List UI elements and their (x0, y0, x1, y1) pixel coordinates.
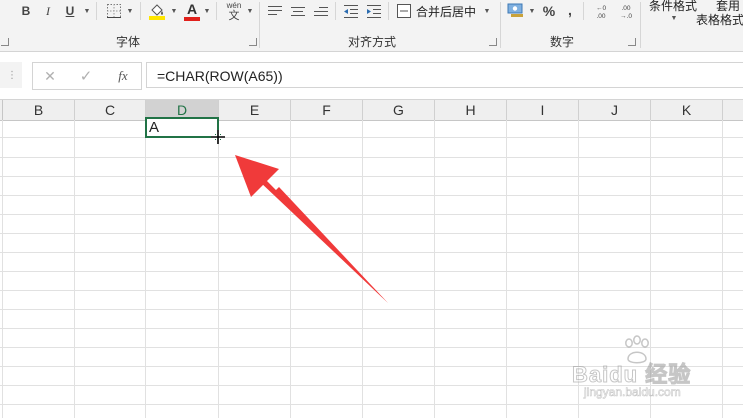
italic-button[interactable]: I (40, 3, 56, 19)
divider (259, 2, 260, 48)
column-header-f[interactable]: F (291, 100, 363, 120)
phonetic-bottom: 文 (228, 10, 240, 22)
enter-icon[interactable]: ✓ (77, 67, 95, 85)
merge-center-icon[interactable] (396, 2, 412, 20)
column-header-b[interactable]: B (3, 100, 75, 120)
column-header-g[interactable]: G (363, 100, 435, 120)
fill-cursor-icon (211, 130, 225, 144)
column-header-c[interactable]: C (75, 100, 146, 120)
grid-row-line (0, 137, 743, 138)
column-header-h[interactable]: H (435, 100, 507, 120)
fill-dropdown-icon[interactable]: ▼ (170, 4, 178, 18)
formula-buttons: ✕ ✓ fx (32, 62, 142, 90)
clipboard-dialog-launcher-icon[interactable] (1, 38, 9, 46)
formula-bar: ⋮ ✕ ✓ fx =CHAR(ROW(A65)) (0, 58, 743, 92)
fill-color-icon[interactable] (146, 1, 168, 21)
ribbon: B I U ▼ ▼ ▼ A ▼ wén 文 ▼ 字体 合并后居中 ▼ 对齐方式 (0, 0, 743, 52)
increase-indent-icon[interactable] (365, 2, 383, 20)
font-color-swatch (184, 16, 200, 21)
svg-text:←0: ←0 (596, 5, 607, 12)
phonetic-dropdown-icon[interactable]: ▼ (246, 4, 254, 18)
decrease-indent-icon[interactable] (342, 2, 360, 20)
grid-col-line (506, 120, 507, 418)
increase-decimal-icon[interactable]: ←0.00 (591, 1, 611, 21)
grid-col-line (434, 120, 435, 418)
formula-bar-grip-icon[interactable]: ⋮ (7, 68, 17, 82)
divider (140, 2, 141, 20)
column-header-i[interactable]: I (507, 100, 579, 120)
annotation-arrow-icon (235, 155, 388, 303)
conditional-formatting-button[interactable]: 条件格式 (645, 0, 701, 13)
divider (335, 2, 336, 20)
divider (640, 2, 641, 48)
conditional-dropdown-icon[interactable]: ▼ (670, 13, 678, 23)
borders-icon[interactable] (104, 2, 124, 20)
format-as-table-button[interactable]: 表格格式 (696, 11, 743, 27)
divider (583, 2, 584, 20)
active-cell-d[interactable]: A (145, 117, 219, 138)
grid-row-line (0, 328, 743, 329)
align-dialog-launcher-icon[interactable] (489, 38, 497, 46)
accounting-format-icon[interactable] (506, 0, 526, 20)
font-color-dropdown-icon[interactable]: ▼ (203, 4, 211, 18)
grid-col-line (218, 120, 219, 418)
column-header-j[interactable]: J (579, 100, 651, 120)
cancel-icon[interactable]: ✕ (41, 67, 59, 85)
underline-dropdown-icon[interactable]: ▼ (83, 4, 91, 18)
svg-text:.00: .00 (621, 5, 630, 12)
divider (388, 2, 389, 20)
underline-button[interactable]: U (62, 3, 78, 19)
number-dialog-launcher-icon[interactable] (628, 38, 636, 46)
grid-col-line (145, 120, 146, 418)
font-dialog-launcher-icon[interactable] (249, 38, 257, 46)
borders-dropdown-icon[interactable]: ▼ (126, 4, 134, 18)
number-group-label: 数字 (549, 35, 574, 49)
font-color-icon[interactable]: A (182, 1, 202, 21)
merge-center-button[interactable]: 合并后居中 (414, 2, 478, 20)
merge-dropdown-icon[interactable]: ▼ (483, 4, 491, 18)
align-top-icon[interactable] (266, 2, 284, 20)
divider (500, 2, 501, 48)
percent-style-button[interactable]: % (540, 2, 558, 20)
grid-col-line (74, 120, 75, 418)
decrease-decimal-icon[interactable]: .00 →.0 (616, 1, 636, 21)
comma-style-button[interactable]: , (563, 1, 577, 19)
formula-input[interactable]: =CHAR(ROW(A65)) (146, 62, 743, 88)
font-color-letter: A (186, 0, 198, 17)
column-header-e[interactable]: E (219, 100, 291, 120)
divider (216, 2, 217, 20)
column-header-k[interactable]: K (651, 100, 723, 120)
align-middle-icon[interactable] (289, 2, 307, 20)
align-bottom-icon[interactable] (312, 2, 330, 20)
grid-col-line (2, 120, 3, 418)
font-group-label: 字体 (115, 35, 140, 49)
accounting-dropdown-icon[interactable]: ▼ (528, 4, 536, 18)
watermark-url: jingyan.baidu.com (584, 385, 681, 400)
svg-text:→.0: →.0 (620, 13, 632, 20)
bold-button[interactable]: B (18, 3, 34, 19)
phonetic-guide-icon[interactable]: wén 文 (223, 0, 245, 22)
baidu-watermark: Baidu 经验 jingyan.baidu.com (571, 335, 742, 410)
align-group-label: 对齐方式 (347, 35, 396, 49)
divider (96, 2, 97, 20)
insert-function-icon[interactable]: fx (113, 67, 133, 85)
svg-text:.00: .00 (596, 13, 605, 20)
column-headers: B C D E F G H I J K (0, 99, 743, 121)
